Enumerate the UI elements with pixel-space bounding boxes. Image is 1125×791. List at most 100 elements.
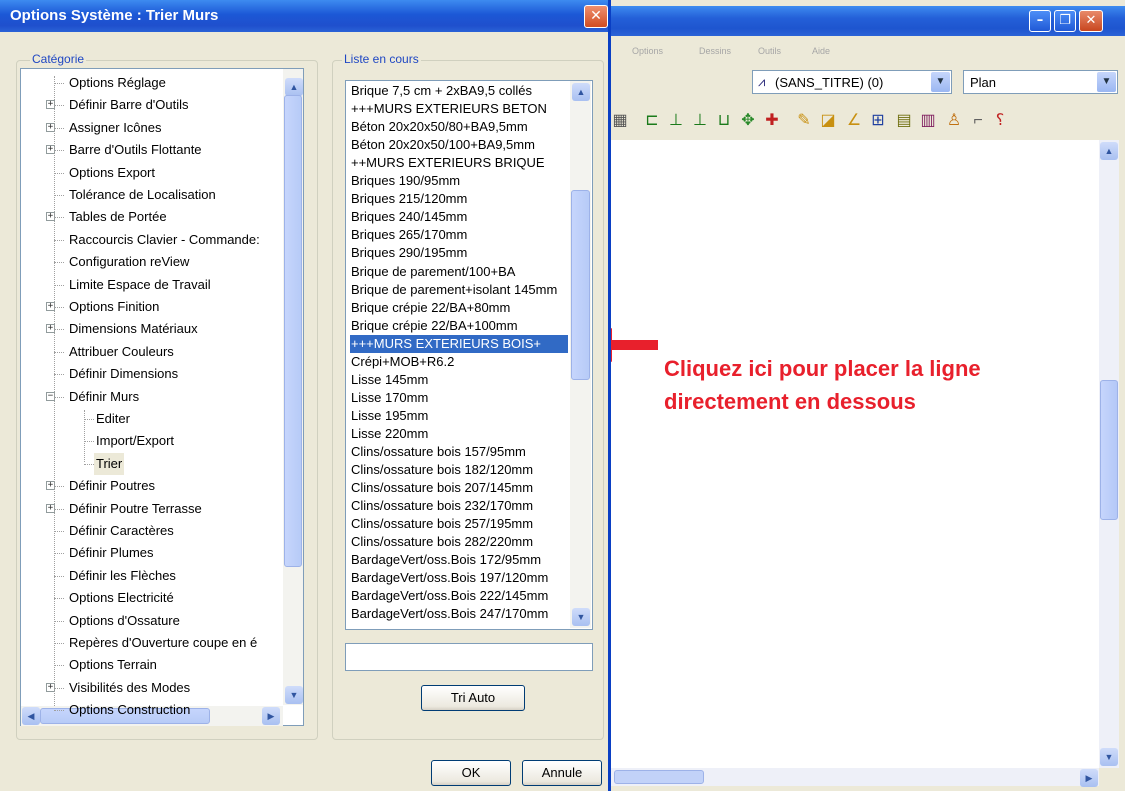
list-item[interactable]: Briques 240/145mm (350, 208, 568, 226)
ok-button[interactable]: OK (431, 760, 511, 786)
tri-auto-button[interactable]: Tri Auto (421, 685, 525, 711)
tree-item[interactable]: Options Finition (67, 296, 161, 318)
minimize-icon[interactable]: – (1029, 10, 1051, 32)
tree-item[interactable]: Définir Dimensions (67, 363, 180, 385)
scroll-down-icon[interactable]: ▼ (572, 608, 590, 626)
tree-item[interactable]: Définir Plumes (67, 542, 156, 564)
list-item-selected[interactable]: +++MURS EXTERIEURS BOIS+ (350, 334, 568, 353)
tree-item[interactable]: Définir Poutres (67, 475, 157, 497)
list-item[interactable]: Lisse 220mm (350, 425, 568, 443)
tree-item[interactable]: Options d'Ossature (67, 610, 182, 632)
list-item[interactable]: Brique 7,5 cm + 2xBA9,5 collés (350, 82, 568, 100)
list-vertical-scroll-thumb[interactable] (571, 190, 590, 380)
list-item[interactable]: Lisse 170mm (350, 389, 568, 407)
cancel-button[interactable]: Annule (522, 760, 602, 786)
tool-icon[interactable]: ⸮ (991, 111, 1009, 131)
tree-item[interactable]: Options Electricité (67, 587, 176, 609)
tree-item[interactable]: Visibilités des Modes (67, 677, 192, 699)
tree-item[interactable]: Options Réglage (67, 72, 168, 94)
scroll-right-icon[interactable]: ▶ (1080, 769, 1098, 787)
list-item[interactable]: Lisse 145mm (350, 371, 568, 389)
scroll-down-icon[interactable]: ▼ (1100, 748, 1118, 766)
tree-vertical-scroll-thumb[interactable] (284, 95, 302, 567)
tree-item[interactable]: Configuration reView (67, 251, 191, 273)
drawing-canvas[interactable] (611, 140, 1099, 768)
tree-item[interactable]: Définir les Flèches (67, 565, 178, 587)
list-item[interactable]: BardageVert/oss.Bois 197/120mm (350, 569, 568, 587)
tree-item[interactable]: Assigner Icônes (67, 117, 164, 139)
tree-item[interactable]: Attribuer Couleurs (67, 341, 176, 363)
list-item[interactable]: Briques 215/120mm (350, 190, 568, 208)
scroll-right-icon[interactable]: ▶ (262, 707, 280, 725)
dim-icon-4[interactable]: ⊔ (715, 111, 733, 131)
move-icon[interactable]: ✥ (739, 111, 757, 131)
list-item[interactable]: Clins/ossature bois 257/195mm (350, 515, 568, 533)
tree-item[interactable]: Définir Poutre Terrasse (67, 498, 204, 520)
scroll-up-icon[interactable]: ▲ (285, 78, 303, 96)
list-item[interactable]: Clins/ossature bois 207/145mm (350, 479, 568, 497)
list-item[interactable]: Béton 20x20x50/100+BA9,5mm (350, 136, 568, 154)
list-item[interactable]: BardageVert/oss.Bois 222/145mm (350, 587, 568, 605)
scroll-down-icon[interactable]: ▼ (285, 686, 303, 704)
calendar-icon[interactable]: ▥ (919, 111, 937, 131)
list-item[interactable]: Briques 190/95mm (350, 172, 568, 190)
close-icon[interactable]: ✕ (584, 5, 608, 28)
tree-item[interactable]: Barre d'Outils Flottante (67, 139, 204, 161)
list-item[interactable]: Briques 265/170mm (350, 226, 568, 244)
menu-dessins[interactable]: Dessins (699, 46, 731, 56)
list-item[interactable]: Béton 20x20x50/80+BA9,5mm (350, 118, 568, 136)
tree-item[interactable]: Editer (94, 408, 132, 430)
list-item[interactable]: Brique crépie 22/BA+80mm (350, 299, 568, 317)
chevron-down-icon[interactable]: ▼ (1097, 72, 1116, 92)
list-item[interactable]: Brique crépie 22/BA+100mm (350, 317, 568, 335)
chevron-down-icon[interactable]: ▼ (931, 72, 950, 92)
list-item[interactable]: Clins/ossature bois 182/120mm (350, 461, 568, 479)
scroll-left-icon[interactable]: ◀ (22, 707, 40, 725)
pencil-icon[interactable]: ✎ (795, 111, 813, 131)
dim-icon-2[interactable]: ⊥ (667, 111, 685, 131)
tree-item[interactable]: Dimensions Matériaux (67, 318, 200, 340)
list-item[interactable]: Crépi+MOB+R6.2 (350, 353, 568, 371)
layer-combo[interactable]: ⩘ (SANS_TITRE) (0) ▼ (752, 70, 952, 94)
list-edit-field[interactable] (345, 643, 593, 671)
restore-icon[interactable]: ❐ (1054, 10, 1076, 32)
edit-frame-icon[interactable]: ◪ (819, 111, 837, 131)
scroll-up-icon[interactable]: ▲ (1100, 142, 1118, 160)
list-item[interactable]: Lisse 195mm (350, 407, 568, 425)
hatch-icon[interactable]: ▤ (895, 111, 913, 131)
menu-aide[interactable]: Aide (812, 46, 830, 56)
add-icon[interactable]: ✚ (763, 111, 781, 131)
stairs-icon[interactable]: ⌐ (969, 111, 987, 131)
dim-icon-1[interactable]: ⊏ (643, 111, 661, 131)
list-item[interactable]: Briques 290/195mm (350, 244, 568, 262)
tree-item[interactable]: Raccourcis Clavier - Commande: (67, 229, 262, 251)
tree-item[interactable]: Tolérance de Localisation (67, 184, 218, 206)
person-icon[interactable]: ♙ (945, 111, 963, 131)
ruler-icon[interactable]: ▦ (611, 111, 629, 131)
close-icon[interactable]: ✕ (1079, 10, 1103, 32)
canvas-horizontal-scroll-thumb[interactable] (614, 770, 704, 784)
list-item[interactable]: Clins/ossature bois 157/95mm (350, 443, 568, 461)
tree-item[interactable]: Tables de Portée (67, 206, 169, 228)
list-item[interactable]: +++MURS EXTERIEURS BETON (350, 100, 568, 118)
list-item[interactable]: BardageVert/oss.Bois 247/170mm (350, 605, 568, 623)
tree-item[interactable]: Options Construction (67, 699, 192, 721)
tree-item[interactable]: Trier (94, 452, 125, 475)
list-item[interactable]: Brique de parement/100+BA (350, 263, 568, 281)
list-item[interactable]: ++MURS EXTERIEURS BRIQUE (350, 154, 568, 172)
angle-icon[interactable]: ∠ (845, 111, 863, 131)
scroll-up-icon[interactable]: ▲ (572, 83, 590, 101)
tree-item[interactable]: Définir Barre d'Outils (67, 94, 191, 116)
dim-icon-3[interactable]: ⊥ (691, 111, 709, 131)
list-item[interactable]: Clins/ossature bois 282/220mm (350, 533, 568, 551)
list-item[interactable]: Brique de parement+isolant 145mm (350, 281, 568, 299)
list-item[interactable]: BardageVert/oss.Bois 172/95mm (350, 551, 568, 569)
tree-item[interactable]: Options Export (67, 162, 157, 184)
view-combo[interactable]: Plan ▼ (963, 70, 1118, 94)
tree-item[interactable]: Définir Murs (67, 386, 141, 408)
tree-item[interactable]: Limite Espace de Travail (67, 274, 213, 296)
menu-outils[interactable]: Outils (758, 46, 781, 56)
dialog-title-bar[interactable]: Options Système : Trier Murs (0, 0, 608, 32)
tree-item[interactable]: Options Terrain (67, 654, 159, 676)
tree-item[interactable]: Repères d'Ouverture coupe en é (67, 632, 259, 654)
